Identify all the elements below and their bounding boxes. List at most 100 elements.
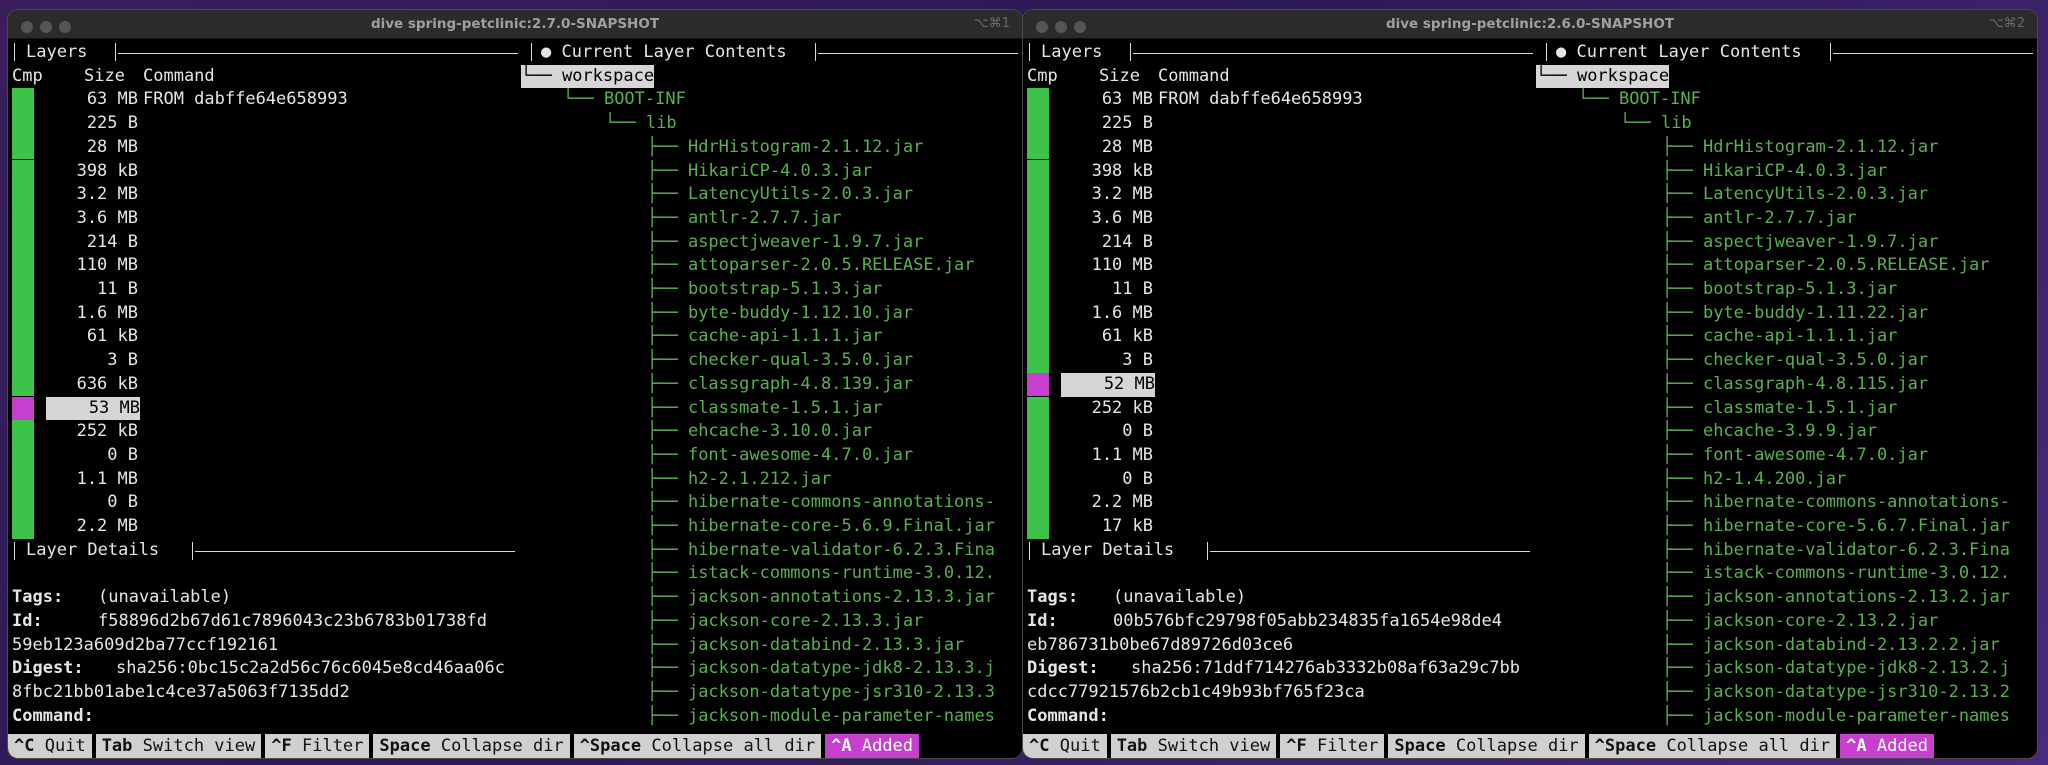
layer-row[interactable]: 61 kB xyxy=(1023,325,1533,349)
tree-file[interactable]: ├── hibernate-core-5.6.7.Final.jar xyxy=(1662,515,2034,539)
layer-row[interactable]: 1.6 MB xyxy=(8,302,518,326)
layer-row[interactable]: 398 kB xyxy=(1023,160,1533,184)
layer-row[interactable]: 11 B xyxy=(1023,278,1533,302)
terminal-window-2[interactable]: dive spring-petclinic:2.6.0-SNAPSHOT ⌥⌘2 L… xyxy=(1023,10,2037,758)
tree-file[interactable]: ├── hibernate-validator-6.2.3.Fina xyxy=(647,539,1019,563)
terminal-window-1[interactable]: dive spring-petclinic:2.7.0-SNAPSHOT ⌥⌘1 L… xyxy=(8,10,1022,758)
keybinding-item[interactable]: ^F Filter xyxy=(1280,734,1385,758)
tree-file[interactable]: ├── jackson-annotations-2.13.2.jar xyxy=(1662,586,2034,610)
tree-file[interactable]: ├── classmate-1.5.1.jar xyxy=(1662,397,2034,421)
tree-file[interactable]: ├── hibernate-validator-6.2.3.Fina xyxy=(1662,539,2034,563)
tree-file[interactable]: ├── jackson-datatype-jsr310-2.13.2 xyxy=(1662,681,2034,705)
tree-file[interactable]: ├── LatencyUtils-2.0.3.jar xyxy=(1662,183,2034,207)
tree-file[interactable]: ├── cache-api-1.1.1.jar xyxy=(647,325,1019,349)
tree-file[interactable]: ├── jackson-databind-2.13.2.2.jar xyxy=(1662,634,2034,658)
tree-file[interactable]: ├── jackson-datatype-jdk8-2.13.2.j xyxy=(1662,657,2034,681)
tree-root[interactable]: └── workspace xyxy=(521,64,655,89)
tree-file[interactable]: ├── antlr-2.7.7.jar xyxy=(1662,207,2034,231)
tree-file[interactable]: ├── ehcache-3.10.0.jar xyxy=(647,420,1019,444)
layer-row[interactable]: 17 kB xyxy=(1023,515,1533,539)
tree-file[interactable]: ├── attoparser-2.0.5.RELEASE.jar xyxy=(1662,254,2034,278)
dive-terminal[interactable]: Layers ● Current Layer Contents Cmp Size Com… xyxy=(8,39,1022,758)
keybinding-item[interactable]: ^C Quit xyxy=(8,734,92,758)
keybinding-item[interactable]: ^A Added xyxy=(825,734,920,758)
layer-row[interactable]: 3.2 MB xyxy=(1023,183,1533,207)
layer-row[interactable]: 3 B xyxy=(1023,349,1533,373)
tree-file[interactable]: ├── classmate-1.5.1.jar xyxy=(647,397,1019,421)
tree-file[interactable]: ├── hibernate-commons-annotations- xyxy=(1662,491,2034,515)
tree-file[interactable]: ├── jackson-databind-2.13.3.jar xyxy=(647,634,1019,658)
keybinding-item[interactable]: Space Collapse dir xyxy=(1388,734,1585,758)
layer-row[interactable]: 2.2 MB xyxy=(8,515,518,539)
tree-file[interactable]: ├── istack-commons-runtime-3.0.12. xyxy=(647,562,1019,586)
tree-file[interactable]: ├── jackson-datatype-jsr310-2.13.3 xyxy=(647,681,1019,705)
tree-file[interactable]: ├── checker-qual-3.5.0.jar xyxy=(647,349,1019,373)
keybinding-item[interactable]: Space Collapse dir xyxy=(373,734,570,758)
title-bar[interactable]: dive spring-petclinic:2.6.0-SNAPSHOT ⌥⌘2 xyxy=(1023,10,2037,39)
tree-file[interactable]: ├── classgraph-4.8.115.jar xyxy=(1662,373,2034,397)
keybinding-item[interactable]: Tab Switch view xyxy=(95,734,262,758)
layer-row[interactable]: 1.1 MB xyxy=(1023,444,1533,468)
keybinding-item[interactable]: ^Space Collapse all dir xyxy=(1588,734,1837,758)
tree-file[interactable]: ├── jackson-core-2.13.3.jar xyxy=(647,610,1019,634)
tree-file[interactable]: ├── HdrHistogram-2.1.12.jar xyxy=(647,136,1019,160)
layer-row[interactable]: 63 MB FROM dabffe64e658993 xyxy=(8,88,518,112)
tree-file[interactable]: ├── ehcache-3.9.9.jar xyxy=(1662,420,2034,444)
tree-file[interactable]: ├── bootstrap-5.1.3.jar xyxy=(1662,278,2034,302)
tree-file[interactable]: ├── LatencyUtils-2.0.3.jar xyxy=(647,183,1019,207)
tree-file[interactable]: ├── jackson-module-parameter-names xyxy=(647,705,1019,729)
layer-row[interactable]: 52 MB xyxy=(1023,372,1533,397)
layer-row[interactable]: 110 MB xyxy=(8,254,518,278)
layer-row[interactable]: 225 B xyxy=(8,112,518,136)
tree-dir-boot-inf[interactable]: └── BOOT-INF xyxy=(563,88,686,112)
tree-file[interactable]: ├── hibernate-core-5.6.9.Final.jar xyxy=(647,515,1019,539)
tree-file[interactable]: ├── HikariCP-4.0.3.jar xyxy=(647,160,1019,184)
tree-file[interactable]: ├── bootstrap-5.1.3.jar xyxy=(647,278,1019,302)
layer-row[interactable]: 636 kB xyxy=(8,373,518,397)
tree-file[interactable]: ├── jackson-core-2.13.2.jar xyxy=(1662,610,2034,634)
layer-row[interactable]: 11 B xyxy=(8,278,518,302)
tree-dir-lib[interactable]: └── lib xyxy=(605,112,677,136)
layer-row[interactable]: 252 kB xyxy=(1023,397,1533,421)
layer-row[interactable]: 0 B xyxy=(1023,420,1533,444)
layer-row[interactable]: 0 B xyxy=(1023,468,1533,492)
layer-row[interactable]: 2.2 MB xyxy=(1023,491,1533,515)
layer-row[interactable]: 63 MB FROM dabffe64e658993 xyxy=(1023,88,1533,112)
layer-row[interactable]: 3.2 MB xyxy=(8,183,518,207)
layer-row[interactable]: 110 MB xyxy=(1023,254,1533,278)
layer-row[interactable]: 1.6 MB xyxy=(1023,302,1533,326)
tree-file[interactable]: ├── antlr-2.7.7.jar xyxy=(647,207,1019,231)
tree-file[interactable]: ├── hibernate-commons-annotations- xyxy=(647,491,1019,515)
layer-row[interactable]: 1.1 MB xyxy=(8,468,518,492)
tree-file[interactable]: ├── checker-qual-3.5.0.jar xyxy=(1662,349,2034,373)
layer-row[interactable]: 398 kB xyxy=(8,160,518,184)
tree-file[interactable]: ├── HikariCP-4.0.3.jar xyxy=(1662,160,2034,184)
layer-row[interactable]: 252 kB xyxy=(8,420,518,444)
tree-file[interactable]: ├── istack-commons-runtime-3.0.12. xyxy=(1662,562,2034,586)
layer-row[interactable]: 3 B xyxy=(8,349,518,373)
tree-file[interactable]: ├── aspectjweaver-1.9.7.jar xyxy=(647,231,1019,255)
tree-file[interactable]: ├── jackson-annotations-2.13.3.jar xyxy=(647,586,1019,610)
layer-row[interactable]: 0 B xyxy=(8,444,518,468)
tree-file[interactable]: ├── cache-api-1.1.1.jar xyxy=(1662,325,2034,349)
tree-file[interactable]: ├── classgraph-4.8.139.jar xyxy=(647,373,1019,397)
title-bar[interactable]: dive spring-petclinic:2.7.0-SNAPSHOT ⌥⌘1 xyxy=(8,10,1022,39)
layer-row[interactable]: 53 MB xyxy=(8,396,518,421)
tree-file[interactable]: ├── h2-1.4.200.jar xyxy=(1662,468,2034,492)
layer-row[interactable]: 225 B xyxy=(1023,112,1533,136)
layer-row[interactable]: 214 B xyxy=(1023,231,1533,255)
tree-file[interactable]: ├── font-awesome-4.7.0.jar xyxy=(1662,444,2034,468)
layer-row[interactable]: 28 MB xyxy=(1023,136,1533,160)
keybinding-item[interactable]: ^C Quit xyxy=(1023,734,1107,758)
tree-file[interactable]: ├── attoparser-2.0.5.RELEASE.jar xyxy=(647,254,1019,278)
tree-file[interactable]: ├── byte-buddy-1.12.10.jar xyxy=(647,302,1019,326)
tree-dir-boot-inf[interactable]: └── BOOT-INF xyxy=(1578,88,1701,112)
layer-row[interactable]: 214 B xyxy=(8,231,518,255)
layer-row[interactable]: 28 MB xyxy=(8,136,518,160)
tree-file[interactable]: ├── jackson-module-parameter-names xyxy=(1662,705,2034,729)
tree-dir-lib[interactable]: └── lib xyxy=(1620,112,1692,136)
tree-root[interactable]: └── workspace xyxy=(1536,64,1670,89)
keybinding-item[interactable]: ^Space Collapse all dir xyxy=(573,734,822,758)
keybinding-item[interactable]: ^A Added xyxy=(1840,734,1935,758)
keybinding-item[interactable]: Tab Switch view xyxy=(1110,734,1277,758)
